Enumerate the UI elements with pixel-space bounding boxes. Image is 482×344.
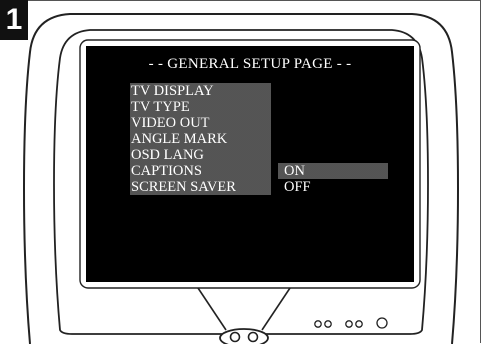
menu-item-label: OSD LANG [130,147,271,163]
menu-item-label: CAPTIONS [130,163,271,179]
captions-value[interactable]: ON [278,163,388,179]
menu-item-label: TV TYPE [130,99,271,115]
menu-item-angle-mark[interactable]: ANGLE MARK [86,131,414,147]
menu-item-label: VIDEO OUT [130,115,271,131]
menu-item-video-out[interactable]: VIDEO OUT [86,115,414,131]
menu-item-label: ANGLE MARK [130,131,271,147]
menu-item-label: TV DISPLAY [130,83,271,99]
setup-page-title: - - GENERAL SETUP PAGE - - [148,56,352,72]
menu-item-tv-display[interactable]: TV DISPLAY [86,83,414,99]
step-number-badge: 1 [0,0,28,40]
setup-menu: TV DISPLAY TV TYPE VIDEO OUT ANGLE MARK … [86,83,414,195]
menu-item-osd-lang[interactable]: OSD LANG [86,147,414,163]
menu-item-screen-saver[interactable]: SCREEN SAVER OFF [86,179,414,195]
menu-item-tv-type[interactable]: TV TYPE [86,99,414,115]
menu-item-captions[interactable]: CAPTIONS ON [86,163,414,179]
control-buttons-icon [219,328,269,344]
tv-screen: - - GENERAL SETUP PAGE - - TV DISPLAY TV… [86,46,414,282]
screen-saver-value[interactable]: OFF [278,179,388,195]
menu-item-label: SCREEN SAVER [130,179,271,195]
